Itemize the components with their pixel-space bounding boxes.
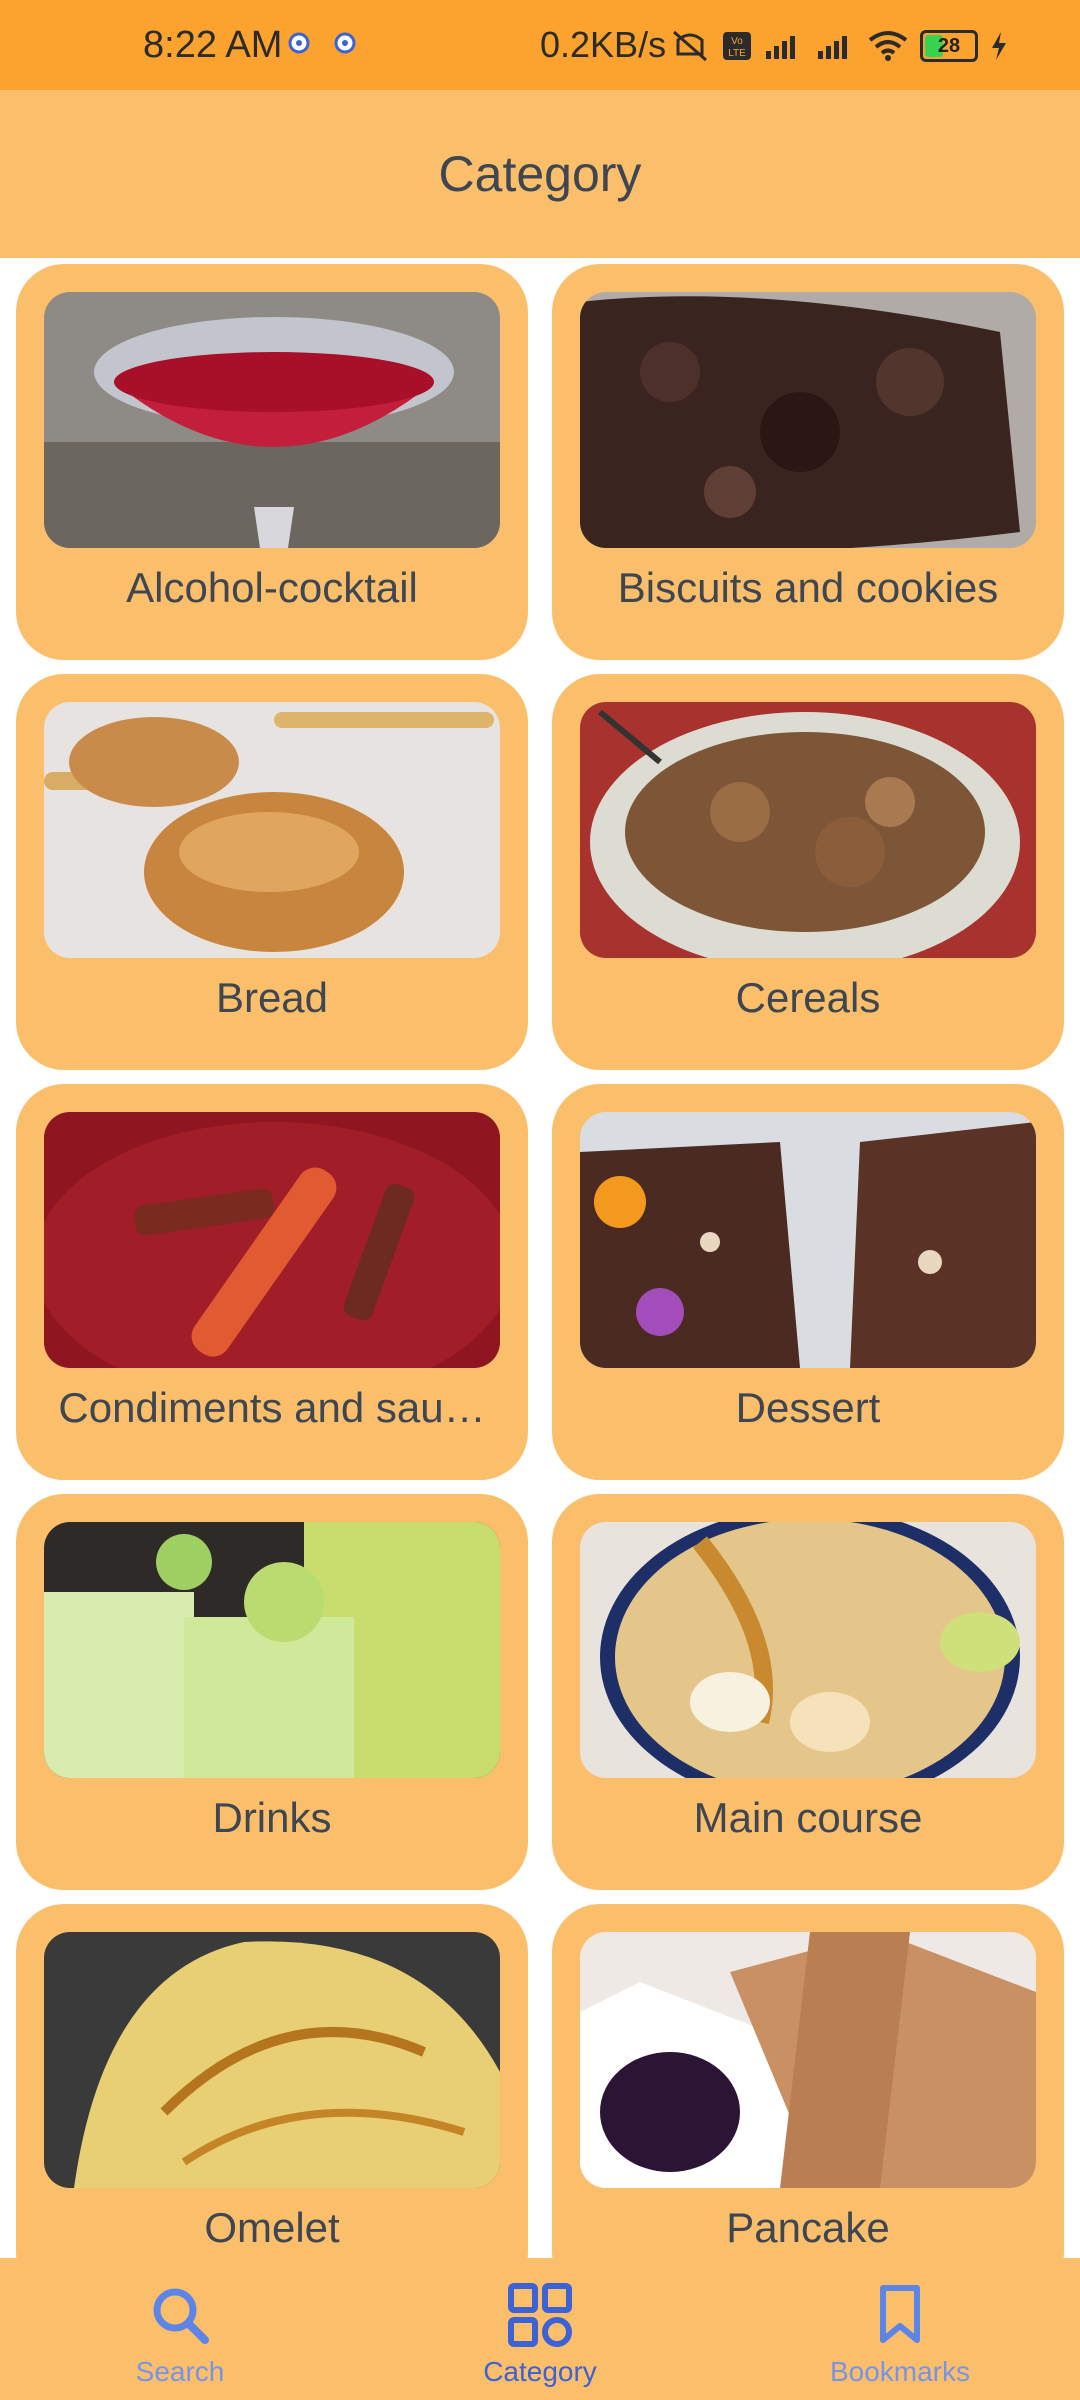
svg-text:LTE: LTE — [728, 48, 746, 59]
search-icon — [153, 2288, 209, 2344]
category-label: Drinks — [212, 1794, 332, 1841]
category-label: Main course — [693, 1794, 923, 1841]
category-label: Cereals — [735, 974, 881, 1021]
category-card-alcohol-cocktail[interactable]: Alcohol-cocktail — [16, 264, 528, 660]
category-image-biscuits — [580, 292, 1036, 548]
category-card-drinks[interactable]: Drinks — [16, 1494, 528, 1890]
bookmark-icon — [880, 2285, 920, 2343]
category-image-omelet — [44, 1932, 500, 2188]
nav-label-category: Category — [483, 2356, 597, 2387]
app-bar: Category — [0, 90, 1080, 258]
nav-bookmarks[interactable]: Bookmarks — [720, 2258, 1080, 2400]
bottom-navigation: Search Category Bookmarks — [0, 2258, 1080, 2400]
category-image-cereals — [580, 702, 1036, 958]
status-time: 8:22 AM — [143, 24, 283, 66]
category-card-bread[interactable]: Bread — [16, 674, 528, 1070]
nav-label-bookmarks: Bookmarks — [829, 2356, 971, 2387]
category-label: Biscuits and cookies — [617, 564, 999, 611]
charging-icon — [992, 32, 1006, 60]
category-card-biscuits[interactable]: Biscuits and cookies — [552, 264, 1064, 660]
mute-icon — [673, 30, 707, 62]
category-label: Bread — [215, 974, 329, 1021]
category-grid: Alcohol-cocktail Biscuits and cookies Br… — [0, 258, 1080, 2300]
volte-icon: Vo LTE — [723, 32, 751, 60]
signal-icon — [766, 36, 795, 59]
category-image-drinks — [44, 1522, 500, 1778]
category-label: Condiments and sau… — [58, 1384, 486, 1431]
category-image-main-course — [580, 1522, 1036, 1778]
settings-gear-icon — [288, 32, 310, 54]
settings-gear-icon — [334, 32, 356, 54]
category-image-cocktail — [44, 292, 500, 548]
nav-label-search: Search — [135, 2356, 225, 2387]
category-label: Dessert — [735, 1384, 881, 1431]
signal-icon — [818, 36, 847, 59]
category-label: Omelet — [204, 2204, 340, 2251]
category-card-condiments[interactable]: Condiments and sau… — [16, 1084, 528, 1480]
category-card-omelet[interactable]: Omelet — [16, 1904, 528, 2300]
category-image-condiments — [44, 1112, 500, 1368]
nav-category[interactable]: Category — [360, 2258, 720, 2400]
nav-search[interactable]: Search — [0, 2258, 360, 2400]
status-bar: 8:22 AM 0.2KB/s Vo LTE 28 — [0, 0, 1080, 90]
category-card-dessert[interactable]: Dessert — [552, 1084, 1064, 1480]
page-title: Category — [438, 146, 642, 202]
category-card-pancake[interactable]: Pancake — [552, 1904, 1064, 2300]
category-label: Pancake — [726, 2204, 890, 2251]
category-image-bread — [44, 702, 500, 958]
status-icons: Vo LTE 28 — [670, 28, 1008, 64]
category-image-dessert — [580, 1112, 1036, 1368]
battery-icon: 28 — [920, 30, 978, 62]
grid-icon — [508, 2283, 572, 2347]
network-speed: 0.2KB/s — [540, 24, 667, 65]
wifi-icon — [868, 31, 908, 61]
battery-level: 28 — [937, 34, 961, 57]
category-card-main-course[interactable]: Main course — [552, 1494, 1064, 1890]
category-image-pancake — [580, 1932, 1036, 2188]
category-card-cereals[interactable]: Cereals — [552, 674, 1064, 1070]
category-label: Alcohol-cocktail — [126, 564, 418, 611]
svg-text:Vo: Vo — [731, 36, 743, 47]
